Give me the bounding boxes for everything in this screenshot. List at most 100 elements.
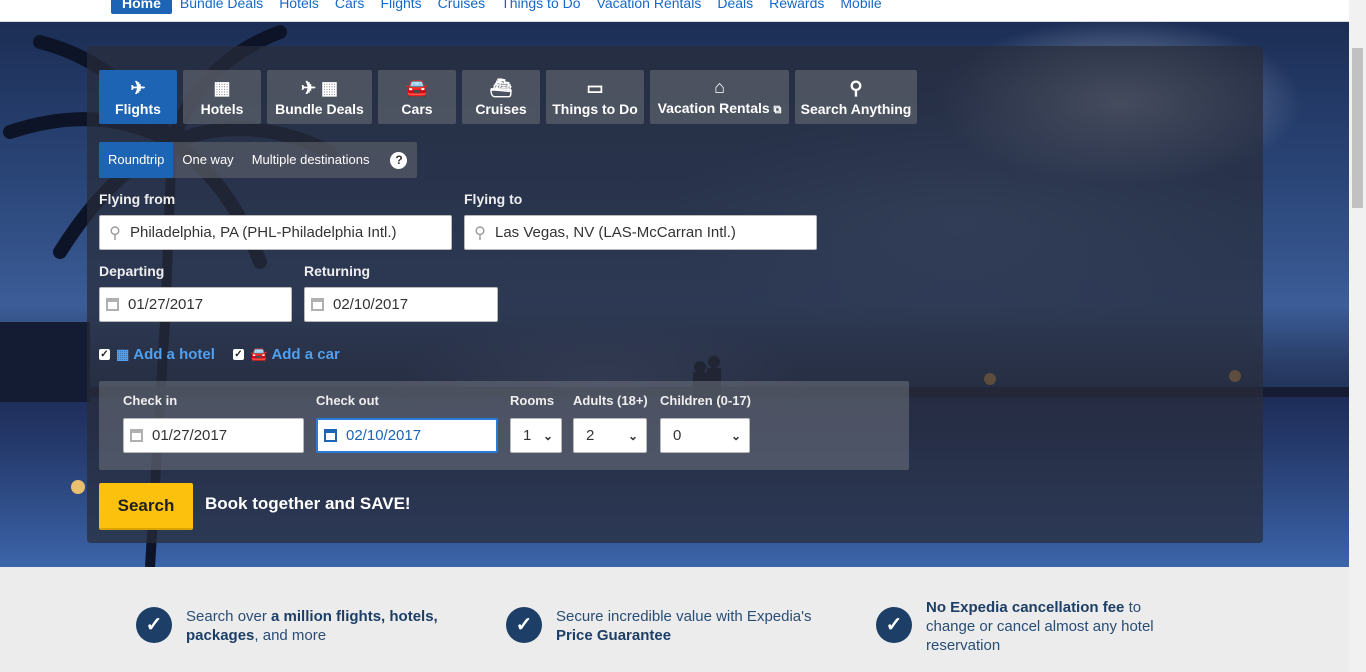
features-strip: ✓ Search over a million flights, hotels,… xyxy=(0,567,1349,672)
feature-search: ✓ Search over a million flights, hotels,… xyxy=(136,607,456,645)
chevron-down-icon: ⌄ xyxy=(627,428,638,443)
nav-things-to-do[interactable]: Things to Do xyxy=(493,0,588,14)
nav-vacation-rentals[interactable]: Vacation Rentals xyxy=(589,0,710,14)
children-label: Children (0-17) xyxy=(660,393,752,408)
children-value: 0 xyxy=(673,427,682,444)
adults-value: 2 xyxy=(586,427,595,444)
feature-text: Secure incredible value with Expedia's P… xyxy=(556,608,812,644)
add-car-label: Add a car xyxy=(271,346,340,363)
building-icon: ▦ xyxy=(116,346,130,362)
nav-cars[interactable]: Cars xyxy=(327,0,373,14)
trip-multiple-destinations[interactable]: Multiple destinations xyxy=(243,142,379,178)
nav-hotels[interactable]: Hotels xyxy=(271,0,327,14)
house-icon: ⌂ xyxy=(714,77,725,97)
calendar-icon xyxy=(130,429,143,442)
feature-text: Search over a million flights, hotels, p… xyxy=(186,608,438,644)
tab-cars[interactable]: 🚘 Cars xyxy=(378,70,456,124)
tab-label: Bundle Deals xyxy=(275,101,364,117)
check-out-label: Check out xyxy=(316,393,379,408)
calendar-icon xyxy=(324,429,337,442)
check-out-value: 02/10/2017 xyxy=(346,427,422,444)
ship-icon: ⛴ xyxy=(489,78,513,98)
feature-text: No Expedia cancellation fee to change or… xyxy=(926,599,1154,654)
tab-search-anything[interactable]: ⚲ Search Anything xyxy=(795,70,917,124)
flying-to-input[interactable]: ⚲ Las Vegas, NV (LAS-McCarran Intl.) xyxy=(464,215,817,250)
nav-mobile[interactable]: Mobile xyxy=(832,0,889,14)
children-select[interactable]: 0 ⌄ xyxy=(660,418,750,453)
feature-cancellation: ✓ No Expedia cancellation fee to change … xyxy=(876,598,1176,655)
trip-roundtrip[interactable]: Roundtrip xyxy=(99,142,174,178)
tab-cruises[interactable]: ⛴ Cruises xyxy=(462,70,540,124)
add-hotel-option[interactable]: ✓ ▦ Add a hotel xyxy=(99,346,215,363)
plane-icon: ✈ xyxy=(130,78,146,98)
scrollbar[interactable] xyxy=(1349,0,1366,672)
building-icon: ▦ xyxy=(213,78,231,98)
location-pin-icon: ⚲ xyxy=(474,224,486,242)
nav-rewards[interactable]: Rewards xyxy=(761,0,832,14)
returning-label: Returning xyxy=(304,263,371,279)
search-button[interactable]: Search xyxy=(99,483,193,530)
adults-label: Adults (18+) xyxy=(573,393,648,408)
search-icon: ⚲ xyxy=(849,78,863,98)
tab-label: Search Anything xyxy=(800,101,912,117)
hotel-details-box: Check in 01/27/2017 Check out 02/10/2017… xyxy=(99,381,909,470)
nav-flights[interactable]: Flights xyxy=(372,0,429,14)
adults-select[interactable]: 2 ⌄ xyxy=(573,418,647,453)
plane-building-icon: ✈ ▦ xyxy=(300,78,339,98)
calendar-icon xyxy=(311,298,324,311)
nav-home[interactable]: Home xyxy=(111,0,172,14)
add-hotel-checkbox[interactable]: ✓ xyxy=(99,349,110,360)
car-icon: 🚘 xyxy=(250,346,268,362)
returning-date-input[interactable]: 02/10/2017 xyxy=(304,287,498,322)
help-icon[interactable]: ? xyxy=(390,151,408,169)
chevron-down-icon: ⌄ xyxy=(730,428,741,443)
tab-label: Cars xyxy=(401,101,433,117)
departing-label: Departing xyxy=(99,263,165,279)
returning-date-value: 02/10/2017 xyxy=(333,296,409,313)
tab-hotels[interactable]: ▦ Hotels xyxy=(183,70,261,124)
flying-from-value: Philadelphia, PA (PHL-Philadelphia Intl.… xyxy=(130,224,397,241)
add-car-checkbox[interactable]: ✓ xyxy=(233,349,244,360)
tab-vacation-rentals[interactable]: ⌂ Vacation Rentals ⧉ xyxy=(650,70,789,124)
product-tabs: ✈ Flights ▦ Hotels ✈ ▦ Bundle Deals 🚘 Ca… xyxy=(99,70,923,124)
car-icon: 🚘 xyxy=(405,78,429,98)
flying-from-input[interactable]: ⚲ Philadelphia, PA (PHL-Philadelphia Int… xyxy=(99,215,452,250)
checkmark-icon: ✓ xyxy=(506,607,542,643)
nav-deals[interactable]: Deals xyxy=(709,0,761,14)
ticket-icon: ▭ xyxy=(586,78,604,98)
nav-bundle-deals[interactable]: Bundle Deals xyxy=(172,0,271,14)
add-hotel-label: Add a hotel xyxy=(133,346,215,363)
departing-date-value: 01/27/2017 xyxy=(128,296,204,313)
location-pin-icon: ⚲ xyxy=(109,224,121,242)
rooms-label: Rooms xyxy=(510,393,555,408)
page: Home Bundle Deals Hotels Cars Flights Cr… xyxy=(0,0,1366,672)
top-navigation: Home Bundle Deals Hotels Cars Flights Cr… xyxy=(0,0,1349,22)
flying-to-label: Flying to xyxy=(464,191,523,207)
promo-text: Book together and SAVE! xyxy=(205,494,411,513)
tab-label: Vacation Rentals ⧉ xyxy=(657,100,782,116)
calendar-icon xyxy=(106,298,119,311)
tab-label: Cruises xyxy=(475,101,527,117)
flying-from-label: Flying from xyxy=(99,191,176,207)
add-car-option[interactable]: ✓ 🚘 Add a car xyxy=(233,346,340,363)
tab-things-to-do[interactable]: ▭ Things to Do xyxy=(546,70,644,124)
scrollbar-thumb[interactable] xyxy=(1352,48,1363,208)
tab-label: Flights xyxy=(115,101,161,117)
check-out-input[interactable]: 02/10/2017 xyxy=(316,418,498,453)
tab-bundle-deals[interactable]: ✈ ▦ Bundle Deals xyxy=(267,70,372,124)
check-in-input[interactable]: 01/27/2017 xyxy=(123,418,304,453)
tab-label: Hotels xyxy=(200,101,244,117)
checkmark-icon: ✓ xyxy=(136,607,172,643)
chevron-down-icon: ⌄ xyxy=(542,428,553,443)
trip-type-selector: Roundtrip One way Multiple destinations … xyxy=(99,142,418,178)
flying-to-value: Las Vegas, NV (LAS-McCarran Intl.) xyxy=(495,224,736,241)
checkmark-icon: ✓ xyxy=(876,607,912,643)
departing-date-input[interactable]: 01/27/2017 xyxy=(99,287,292,322)
external-link-icon: ⧉ xyxy=(773,104,782,116)
rooms-value: 1 xyxy=(523,427,532,444)
check-in-value: 01/27/2017 xyxy=(152,427,228,444)
nav-cruises[interactable]: Cruises xyxy=(430,0,493,14)
tab-flights[interactable]: ✈ Flights xyxy=(99,70,177,124)
trip-one-way[interactable]: One way xyxy=(173,142,242,178)
rooms-select[interactable]: 1 ⌄ xyxy=(510,418,562,453)
